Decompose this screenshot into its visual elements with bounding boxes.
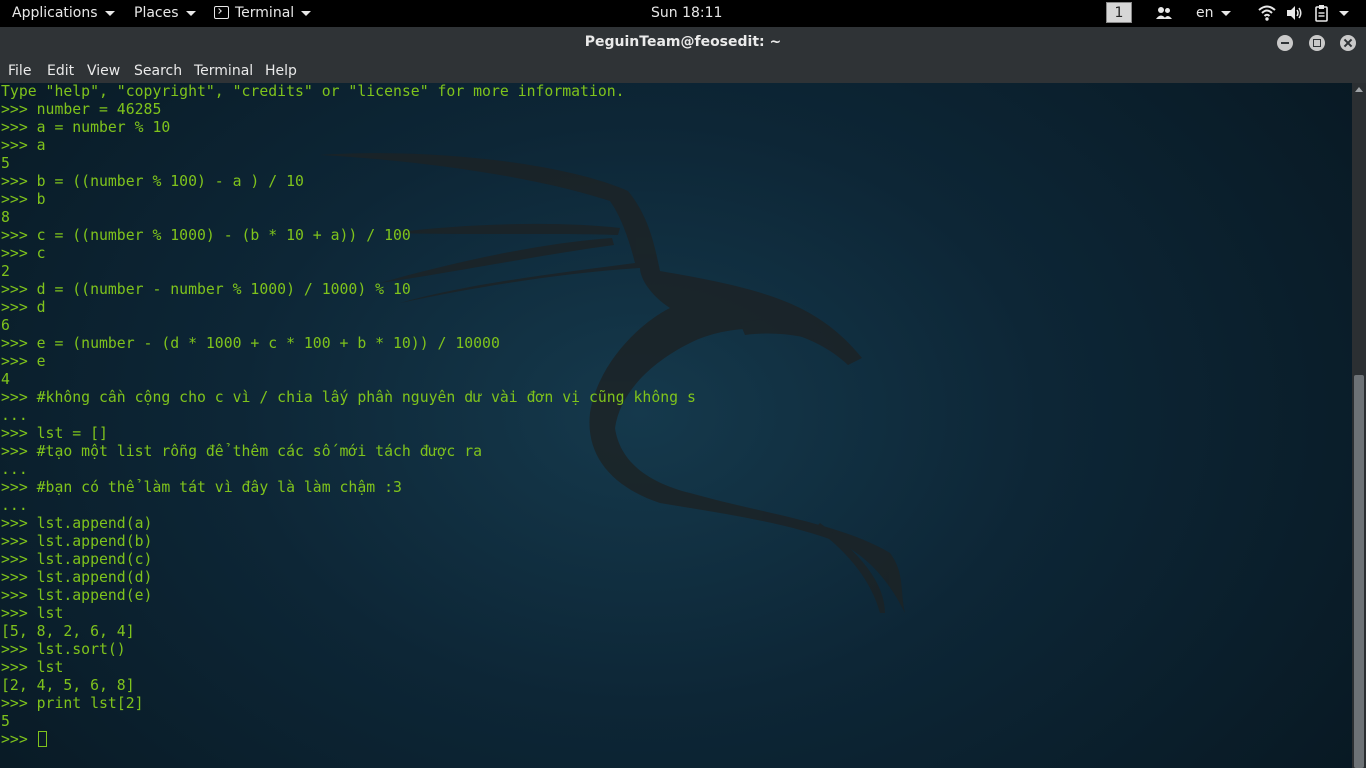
maximize-button[interactable] [1309, 35, 1325, 51]
terminal-line: >>> #tạo một list rỗng để thêm các số mớ… [1, 443, 483, 460]
terminal-line: >>> #bạn có thể làm tát vì đây là làm ch… [1, 479, 402, 496]
terminal-icon [214, 5, 229, 19]
terminal-line: >>> lst [1, 605, 64, 622]
terminal-line: 4 [1, 371, 10, 388]
menu-bar: File Edit View Search Terminal Help [0, 59, 1366, 83]
terminal-line: 6 [1, 317, 10, 334]
terminal-line: >>> number = 46285 [1, 101, 162, 118]
terminal-line: >>> lst [1, 659, 64, 676]
terminal-line: >>> lst.append(c) [1, 551, 153, 568]
wifi-icon[interactable] [1258, 4, 1276, 22]
workspace-indicator[interactable]: 1 [1106, 2, 1132, 23]
terminal-line: 5 [1, 713, 10, 730]
window-title: PeguinTeam@feosedit: ~ [584, 34, 782, 50]
menu-file[interactable]: File [8, 59, 31, 83]
terminal-line: >>> e = (number - (d * 1000 + c * 100 + … [1, 335, 500, 352]
minimize-button[interactable] [1277, 35, 1293, 51]
terminal-line: >>> a [1, 137, 46, 154]
menu-help[interactable]: Help [265, 59, 297, 83]
terminal-line: ... [1, 497, 28, 514]
terminal-output[interactable]: Type "help", "copyright", "credits" or "… [0, 83, 1352, 768]
chevron-down-icon [104, 10, 115, 16]
terminal-line: >>> lst.append(d) [1, 569, 153, 586]
terminal-line: >>> a = number % 10 [1, 119, 171, 136]
terminal-line: >>> lst.append(b) [1, 533, 153, 550]
terminal-line: >>> lst = [] [1, 425, 108, 442]
terminal-line: >>> lst.append(a) [1, 515, 153, 532]
close-button[interactable] [1340, 35, 1356, 51]
menu-view[interactable]: View [87, 59, 120, 83]
terminal-line: >>> d = ((number - number % 1000) / 1000… [1, 281, 411, 298]
terminal-line: >>> b [1, 191, 46, 208]
scrollbar-thumb[interactable] [1354, 375, 1364, 768]
terminal-scrollbar[interactable] [1352, 83, 1366, 768]
language-label: en [1196, 5, 1214, 21]
terminal-app-label: Terminal [235, 5, 295, 21]
scroll-up-icon[interactable] [1355, 87, 1363, 92]
terminal-line: ... [1, 407, 28, 424]
applications-menu[interactable]: Applications [12, 0, 115, 27]
terminal-line: ... [1, 461, 28, 478]
chevron-down-icon [185, 10, 196, 16]
terminal-line: 2 [1, 263, 10, 280]
terminal-line: [5, 8, 2, 6, 4] [1, 623, 135, 640]
applications-label: Applications [12, 5, 98, 21]
places-label: Places [134, 5, 179, 21]
terminal-line: Type "help", "copyright", "credits" or "… [1, 83, 625, 100]
places-menu[interactable]: Places [134, 0, 196, 27]
volume-icon[interactable] [1285, 4, 1303, 22]
terminal-line: 5 [1, 155, 10, 172]
terminal-lines: Type "help", "copyright", "credits" or "… [1, 83, 696, 749]
text-cursor[interactable] [37, 731, 47, 747]
terminal-line: >>> b = ((number % 100) - a ) / 10 [1, 173, 304, 190]
terminal-line: >>> c = ((number % 1000) - (b * 10 + a))… [1, 227, 411, 244]
clipboard-icon[interactable] [1314, 4, 1330, 22]
terminal-line: >>> d [1, 299, 46, 316]
chevron-down-icon [1220, 10, 1231, 16]
terminal-line: >>> #không cần cộng cho c vì / chia lấy … [1, 389, 696, 406]
chevron-down-icon [301, 10, 312, 16]
terminal-line: >>> e [1, 353, 46, 370]
clock[interactable]: Sun 18:11 [651, 0, 722, 27]
terminal-line: [2, 4, 5, 6, 8] [1, 677, 135, 694]
terminal-line: >>> c [1, 245, 46, 262]
terminal-line: >>> lst.append(e) [1, 587, 153, 604]
chevron-down-icon[interactable] [1339, 11, 1349, 16]
menu-edit[interactable]: Edit [47, 59, 74, 83]
terminal-line: 8 [1, 209, 10, 226]
terminal-line: >>> print lst[2] [1, 695, 144, 712]
language-selector[interactable]: en [1196, 0, 1231, 27]
menu-search[interactable]: Search [134, 59, 182, 83]
people-icon[interactable] [1155, 4, 1173, 22]
window-titlebar[interactable]: PeguinTeam@feosedit: ~ [0, 27, 1366, 59]
top-panel: Applications Places Terminal Sun 18:11 1… [0, 0, 1366, 27]
terminal-prompt[interactable]: >>> [1, 731, 37, 748]
menu-terminal[interactable]: Terminal [194, 59, 253, 83]
terminal-line: >>> lst.sort() [1, 641, 126, 658]
terminal-app-menu[interactable]: Terminal [214, 0, 312, 27]
